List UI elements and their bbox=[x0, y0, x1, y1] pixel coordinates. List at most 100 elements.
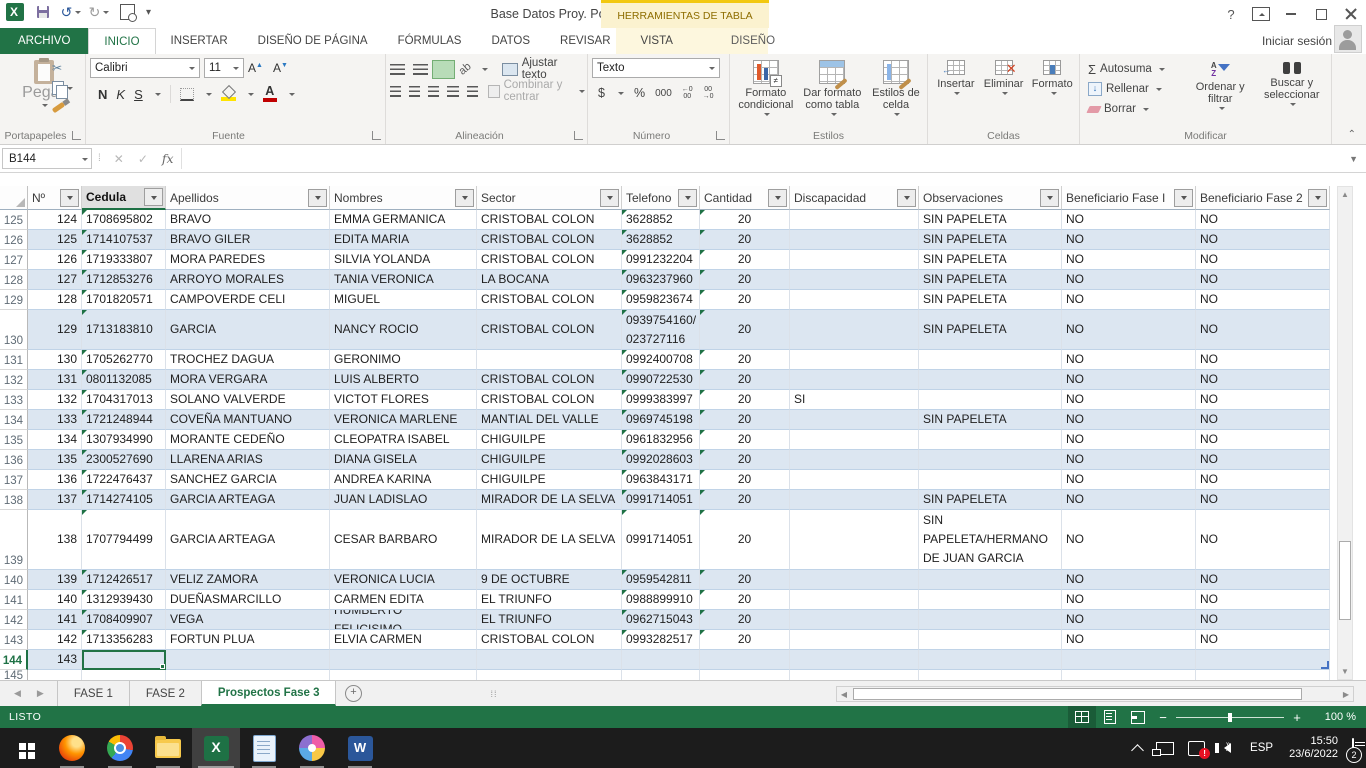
cut-icon[interactable]: ✂ bbox=[52, 60, 73, 75]
increase-decimal-icon[interactable]: ←000 bbox=[682, 86, 693, 100]
row-header-141[interactable]: 141 bbox=[0, 590, 28, 610]
cell[interactable]: SANCHEZ GARCIA bbox=[166, 470, 330, 490]
cell[interactable]: NO bbox=[1062, 310, 1196, 350]
cell[interactable]: EL TRIUNFO bbox=[477, 590, 622, 610]
row-header-136[interactable]: 136 bbox=[0, 450, 28, 470]
cell[interactable] bbox=[919, 590, 1062, 610]
cell[interactable]: NO bbox=[1062, 490, 1196, 510]
filter-dropdown-icon[interactable] bbox=[768, 189, 787, 207]
language-indicator[interactable]: ESP bbox=[1242, 742, 1281, 754]
cell[interactable]: TANIA VERONICA bbox=[330, 270, 477, 290]
taskbar-notepad-icon[interactable] bbox=[240, 728, 288, 768]
cell[interactable]: 1307934990 bbox=[82, 430, 166, 450]
page-break-view-button[interactable] bbox=[1124, 706, 1152, 728]
print-preview-icon[interactable] bbox=[118, 3, 136, 21]
cell[interactable]: MORANTE CEDEÑO bbox=[166, 430, 330, 450]
cell[interactable]: CHIGUILPE bbox=[477, 470, 622, 490]
cell[interactable]: EL TRIUNFO bbox=[477, 610, 622, 630]
cell[interactable]: HUMBERTO FELICISIMO bbox=[330, 610, 477, 630]
cell[interactable] bbox=[919, 650, 1062, 670]
cell[interactable]: 140 bbox=[28, 590, 82, 610]
cell[interactable]: GARCIA ARTEAGA bbox=[166, 490, 330, 510]
cell[interactable]: GARCIA bbox=[166, 310, 330, 350]
cell[interactable] bbox=[790, 490, 919, 510]
cell[interactable]: GARCIA ARTEAGA bbox=[166, 510, 330, 570]
cell[interactable] bbox=[919, 430, 1062, 450]
row-header-134[interactable]: 134 bbox=[0, 410, 28, 430]
cell[interactable] bbox=[790, 290, 919, 310]
cell[interactable]: 1704317013 bbox=[82, 390, 166, 410]
cell[interactable]: 1722476437 bbox=[82, 470, 166, 490]
network-icon[interactable] bbox=[1149, 728, 1181, 768]
cell[interactable] bbox=[790, 410, 919, 430]
conditional-formatting-button[interactable]: ≠ Formato condicional bbox=[734, 58, 798, 128]
cell[interactable]: TROCHEZ DAGUA bbox=[166, 350, 330, 370]
cell[interactable]: VERONICA LUCIA bbox=[330, 570, 477, 590]
align-bottom-icon[interactable] bbox=[433, 61, 454, 78]
cell[interactable]: SIN PAPELETA bbox=[919, 270, 1062, 290]
cell[interactable]: 20 bbox=[700, 350, 790, 370]
column-header-nº[interactable]: Nº bbox=[28, 186, 82, 210]
cell[interactable]: CRISTOBAL COLON bbox=[477, 250, 622, 270]
cell[interactable]: CRISTOBAL COLON bbox=[477, 290, 622, 310]
zoom-out-icon[interactable]: − bbox=[1152, 710, 1174, 725]
cell[interactable]: 132 bbox=[28, 390, 82, 410]
align-center-icon[interactable] bbox=[409, 86, 420, 97]
cell[interactable]: 142 bbox=[28, 630, 82, 650]
cell[interactable]: 1713356283 bbox=[82, 630, 166, 650]
fill-handle[interactable] bbox=[160, 664, 165, 669]
sheet-tab-prospectos-fase-3[interactable]: Prospectos Fase 3 bbox=[201, 681, 337, 706]
cell[interactable]: 129 bbox=[28, 310, 82, 350]
cell[interactable]: JUAN LADISLAO bbox=[330, 490, 477, 510]
cell[interactable] bbox=[790, 610, 919, 630]
cell[interactable]: 20 bbox=[700, 510, 790, 570]
cell[interactable]: NO bbox=[1062, 630, 1196, 650]
cancel-icon[interactable]: ✕ bbox=[114, 152, 124, 166]
cell[interactable]: CRISTOBAL COLON bbox=[477, 210, 622, 230]
cell[interactable]: NO bbox=[1196, 630, 1330, 650]
decrease-indent-icon[interactable] bbox=[447, 86, 458, 97]
cell[interactable]: SIN PAPELETA bbox=[919, 210, 1062, 230]
cell[interactable] bbox=[919, 610, 1062, 630]
cell[interactable]: 0969745198 bbox=[622, 410, 700, 430]
active-cell[interactable] bbox=[82, 650, 166, 670]
cell[interactable]: 0959542811 bbox=[622, 570, 700, 590]
cell[interactable] bbox=[790, 370, 919, 390]
cell[interactable]: 0939754160/ 023727116 bbox=[622, 310, 700, 350]
tab-insertar[interactable]: INSERTAR bbox=[156, 28, 243, 54]
cell[interactable]: CRISTOBAL COLON bbox=[477, 630, 622, 650]
cell[interactable] bbox=[622, 650, 700, 670]
row-header-133[interactable]: 133 bbox=[0, 390, 28, 410]
cell[interactable] bbox=[790, 270, 919, 290]
cell[interactable]: 20 bbox=[700, 250, 790, 270]
sort-filter-button[interactable]: AZ Ordenar y filtrar bbox=[1186, 58, 1255, 128]
cell[interactable]: VERONICA MARLENE bbox=[330, 410, 477, 430]
cell[interactable]: 137 bbox=[28, 490, 82, 510]
cell[interactable]: 124 bbox=[28, 210, 82, 230]
cell[interactable]: 20 bbox=[700, 210, 790, 230]
cell[interactable]: MORA VERGARA bbox=[166, 370, 330, 390]
cell[interactable]: 0993282517 bbox=[622, 630, 700, 650]
cell[interactable]: 0801132085 bbox=[82, 370, 166, 390]
cell[interactable] bbox=[1196, 670, 1330, 680]
tab-contextual-diseno[interactable]: DISEÑO bbox=[716, 28, 790, 54]
cell[interactable]: 1713183810 bbox=[82, 310, 166, 350]
row-header-131[interactable]: 131 bbox=[0, 350, 28, 370]
cell[interactable]: 20 bbox=[700, 370, 790, 390]
cell[interactable]: 0999383997 bbox=[622, 390, 700, 410]
cell[interactable]: NO bbox=[1062, 370, 1196, 390]
cell[interactable]: NO bbox=[1062, 590, 1196, 610]
cell[interactable] bbox=[919, 570, 1062, 590]
row-header-132[interactable]: 132 bbox=[0, 370, 28, 390]
borders-icon[interactable] bbox=[180, 88, 194, 101]
taskbar-word-icon[interactable] bbox=[336, 728, 384, 768]
cell[interactable] bbox=[790, 670, 919, 680]
row-header-142[interactable]: 142 bbox=[0, 610, 28, 630]
cell[interactable]: 1712853276 bbox=[82, 270, 166, 290]
align-left-icon[interactable] bbox=[390, 86, 401, 97]
cell[interactable]: 20 bbox=[700, 590, 790, 610]
speaker-icon[interactable] bbox=[1212, 728, 1242, 768]
cell[interactable]: SIN PAPELETA bbox=[919, 250, 1062, 270]
cell[interactable]: LUIS ALBERTO bbox=[330, 370, 477, 390]
cell[interactable]: NO bbox=[1196, 210, 1330, 230]
